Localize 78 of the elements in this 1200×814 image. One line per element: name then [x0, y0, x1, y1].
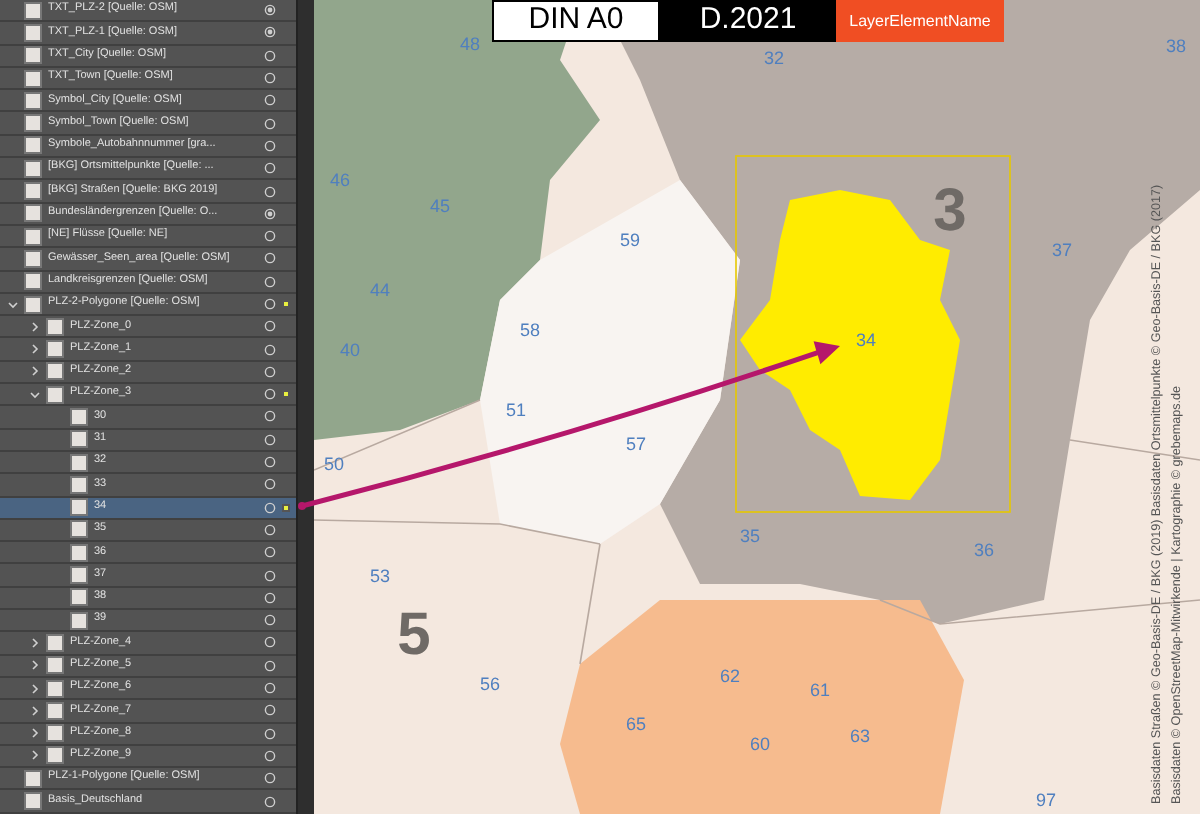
zone-number: 37	[1052, 240, 1072, 260]
chevron-right-icon[interactable]	[30, 366, 40, 377]
circle-icon[interactable]	[264, 94, 276, 107]
chevron-right-icon[interactable]	[30, 705, 40, 716]
zone-number: 57	[626, 434, 646, 454]
zone-number: 59	[620, 230, 640, 250]
zone-number: 65	[626, 714, 646, 734]
selected-art-indicator[interactable]	[282, 300, 290, 308]
circle-icon[interactable]	[264, 727, 276, 740]
circle-icon[interactable]	[264, 682, 276, 695]
circle-icon[interactable]	[264, 49, 276, 62]
circle-icon[interactable]	[264, 772, 276, 785]
zone-number: 53	[370, 566, 390, 586]
chevron-right-icon[interactable]	[30, 344, 40, 355]
zone-number: 32	[764, 48, 784, 68]
circle-icon[interactable]	[264, 298, 276, 310]
zone-number: 36	[974, 540, 994, 560]
chevron-right-icon[interactable]	[30, 683, 40, 694]
circle-icon[interactable]	[264, 410, 276, 423]
zone-number: 34	[856, 330, 876, 350]
filled-circle-icon[interactable]	[264, 26, 276, 39]
circle-icon[interactable]	[264, 659, 276, 672]
circle-icon[interactable]	[264, 275, 276, 288]
chevron-right-icon[interactable]	[30, 728, 40, 739]
layer-name-tag: LayerElementName	[836, 0, 1004, 42]
circle-icon[interactable]	[264, 185, 276, 198]
circle-icon[interactable]	[264, 749, 276, 762]
region-number: 5	[397, 602, 431, 668]
circle-icon[interactable]	[264, 365, 276, 378]
zone-number: 56	[480, 674, 500, 694]
zone-number: 60	[750, 734, 770, 754]
chevron-right-icon[interactable]	[30, 750, 40, 761]
zone-number: 61	[810, 680, 830, 700]
zone-number: 58	[520, 320, 540, 340]
circle-icon[interactable]	[264, 230, 276, 243]
circle-icon[interactable]	[264, 478, 276, 491]
zone-number: 35	[740, 526, 760, 546]
zone-number: 97	[1036, 790, 1056, 810]
circle-icon[interactable]	[264, 388, 276, 401]
zone-number: 44	[370, 280, 390, 300]
chevron-down-icon[interactable]	[8, 299, 18, 309]
circle-icon[interactable]	[264, 795, 276, 808]
filled-circle-icon[interactable]	[264, 4, 276, 17]
zone-number: 45	[430, 196, 450, 216]
circle-icon[interactable]	[264, 569, 276, 582]
circle-icon[interactable]	[264, 252, 276, 265]
circle-icon[interactable]	[264, 636, 276, 649]
chevron-right-icon[interactable]	[30, 637, 40, 648]
circle-icon[interactable]	[264, 704, 276, 717]
zone-number: 51	[506, 400, 526, 420]
chevron-right-icon[interactable]	[30, 660, 40, 671]
circle-icon[interactable]	[264, 433, 276, 446]
zone-number: 62	[720, 666, 740, 686]
zone-number: 48	[460, 34, 480, 54]
zone-number: 38	[1166, 36, 1186, 56]
circle-icon[interactable]	[264, 72, 276, 85]
region-number: 3	[933, 178, 967, 244]
circle-icon[interactable]	[264, 546, 276, 559]
circle-icon[interactable]	[264, 320, 276, 333]
circle-icon[interactable]	[264, 614, 276, 627]
zone-number: 40	[340, 340, 360, 360]
chevron-right-icon[interactable]	[30, 321, 40, 332]
selected-art-indicator[interactable]	[282, 503, 290, 512]
circle-icon[interactable]	[264, 591, 276, 604]
zone-number: 50	[324, 454, 344, 474]
date-tag: D.2021	[660, 0, 836, 42]
circle-icon[interactable]	[264, 162, 276, 175]
zone-number: 63	[850, 726, 870, 746]
circle-icon[interactable]	[264, 501, 276, 514]
chevron-down-icon[interactable]	[30, 389, 40, 400]
circle-icon[interactable]	[264, 117, 276, 130]
circle-icon[interactable]	[264, 456, 276, 469]
filled-circle-icon[interactable]	[264, 207, 276, 220]
circle-icon[interactable]	[264, 523, 276, 536]
zone-number: 46	[330, 170, 350, 190]
circle-icon[interactable]	[264, 343, 276, 356]
format-tag: DIN A0	[492, 0, 660, 42]
circle-icon[interactable]	[264, 139, 276, 152]
